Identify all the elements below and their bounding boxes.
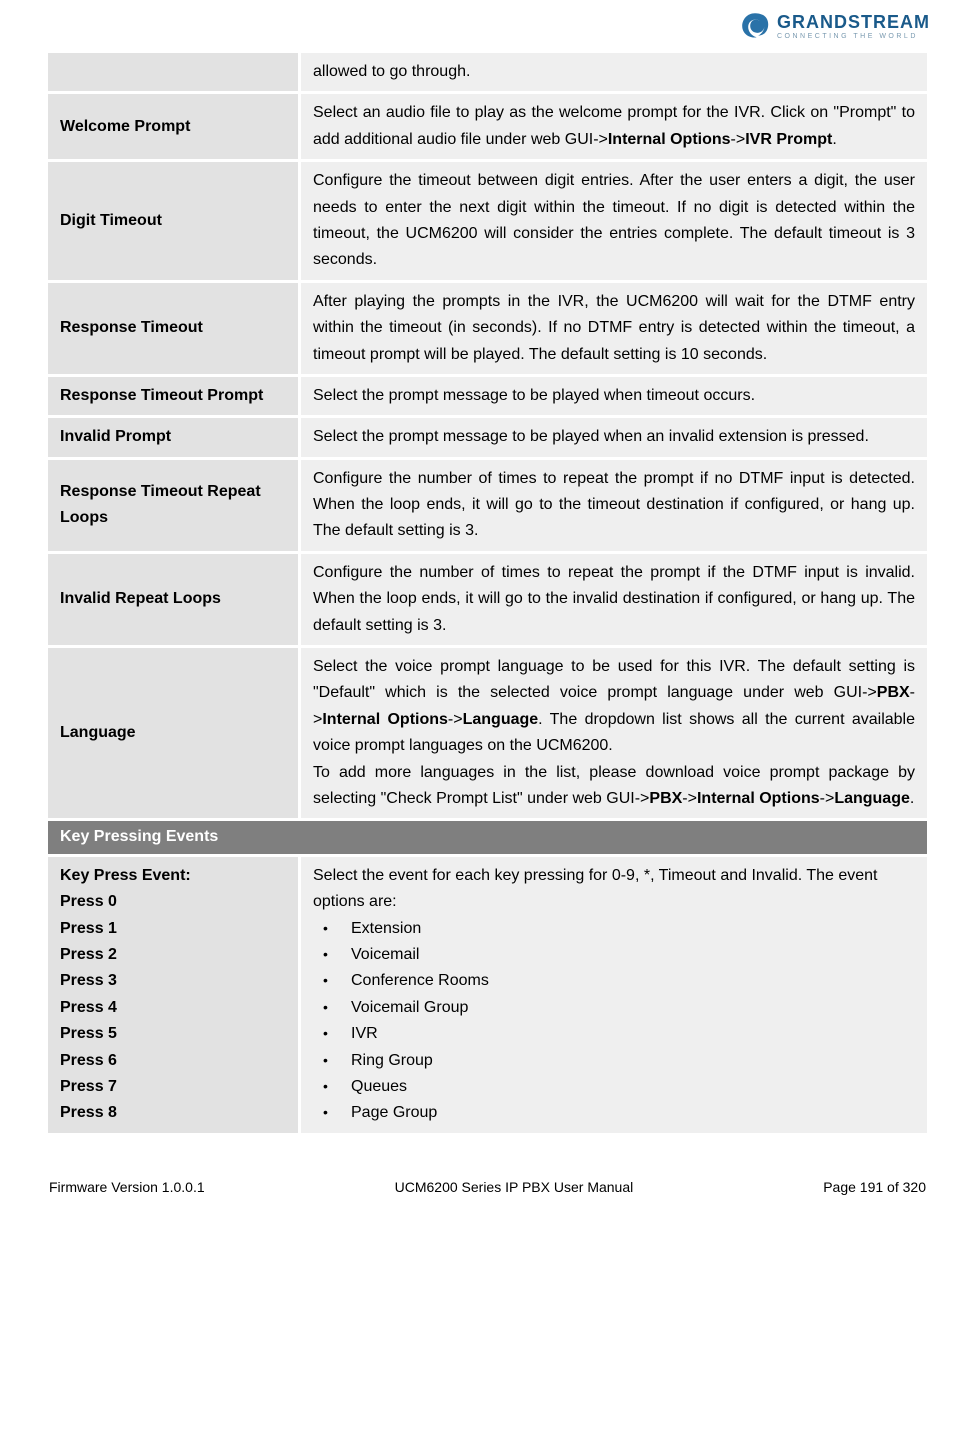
param-desc: Configure the number of times to repeat … bbox=[301, 554, 927, 645]
param-desc: Select the voice prompt language to be u… bbox=[301, 648, 927, 818]
desc-bold: Internal Options bbox=[697, 790, 820, 807]
keypress-heading: Key Press Event: bbox=[60, 863, 286, 889]
list-item: Queues bbox=[323, 1074, 915, 1100]
grandstream-swirl-icon bbox=[739, 10, 771, 42]
keypress-item: Press 0 bbox=[60, 889, 286, 915]
list-item: Conference Rooms bbox=[323, 968, 915, 994]
list-item: Voicemail bbox=[323, 942, 915, 968]
brand-logo: GRANDSTREAM CONNECTING THE WORLD bbox=[739, 10, 930, 42]
section-header: Key Pressing Events bbox=[48, 821, 927, 853]
desc-text: . bbox=[910, 790, 914, 807]
desc-bold: IVR Prompt bbox=[745, 131, 832, 148]
param-desc: allowed to go through. bbox=[301, 53, 927, 91]
desc-bold: Language bbox=[463, 711, 539, 728]
footer-page: Page 191 of 320 bbox=[823, 1176, 926, 1199]
param-label: Language bbox=[48, 648, 298, 818]
table-row: Invalid Repeat Loops Configure the numbe… bbox=[48, 554, 927, 645]
table-section-row: Key Pressing Events bbox=[48, 821, 927, 853]
desc-bold: Language bbox=[834, 790, 910, 807]
list-item: Voicemail Group bbox=[323, 995, 915, 1021]
list-item: Ring Group bbox=[323, 1048, 915, 1074]
table-row: Key Press Event: Press 0 Press 1 Press 2… bbox=[48, 857, 927, 1133]
desc-bold: PBX bbox=[649, 790, 682, 807]
table-row: Invalid Prompt Select the prompt message… bbox=[48, 418, 927, 456]
brand-text: GRANDSTREAM CONNECTING THE WORLD bbox=[777, 13, 930, 40]
desc-text: -> bbox=[682, 790, 697, 807]
page-footer: Firmware Version 1.0.0.1 UCM6200 Series … bbox=[45, 1176, 930, 1199]
param-desc: After playing the prompts in the IVR, th… bbox=[301, 283, 927, 374]
footer-firmware: Firmware Version 1.0.0.1 bbox=[49, 1176, 205, 1199]
keypress-options-list: Extension Voicemail Conference Rooms Voi… bbox=[313, 916, 915, 1127]
keypress-item: Press 8 bbox=[60, 1100, 286, 1126]
desc-text: -> bbox=[820, 790, 835, 807]
param-label: Invalid Prompt bbox=[48, 418, 298, 456]
param-label: Response Timeout Repeat Loops bbox=[48, 460, 298, 551]
list-item: Extension bbox=[323, 916, 915, 942]
desc-text: Select the voice prompt language to be u… bbox=[313, 658, 915, 701]
param-label: Invalid Repeat Loops bbox=[48, 554, 298, 645]
table-row: Digit Timeout Configure the timeout betw… bbox=[48, 162, 927, 280]
footer-title: UCM6200 Series IP PBX User Manual bbox=[395, 1176, 634, 1199]
table-row: allowed to go through. bbox=[48, 53, 927, 91]
param-desc: Select the prompt message to be played w… bbox=[301, 377, 927, 415]
keypress-intro: Select the event for each key pressing f… bbox=[313, 863, 915, 916]
desc-text: -> bbox=[731, 131, 746, 148]
table-row: Response Timeout Repeat Loops Configure … bbox=[48, 460, 927, 551]
param-label: Response Timeout bbox=[48, 283, 298, 374]
param-label: Digit Timeout bbox=[48, 162, 298, 280]
table-row: Response Timeout Prompt Select the promp… bbox=[48, 377, 927, 415]
param-desc: Select an audio file to play as the welc… bbox=[301, 94, 927, 159]
desc-text: -> bbox=[448, 711, 463, 728]
brand-tagline: CONNECTING THE WORLD bbox=[777, 33, 930, 40]
param-label: Response Timeout Prompt bbox=[48, 377, 298, 415]
desc-bold: Internal Options bbox=[322, 711, 448, 728]
keypress-label-cell: Key Press Event: Press 0 Press 1 Press 2… bbox=[48, 857, 298, 1133]
desc-text: . bbox=[832, 131, 836, 148]
keypress-item: Press 7 bbox=[60, 1074, 286, 1100]
keypress-item: Press 2 bbox=[60, 942, 286, 968]
keypress-desc-cell: Select the event for each key pressing f… bbox=[301, 857, 927, 1133]
param-desc: Select the prompt message to be played w… bbox=[301, 418, 927, 456]
param-desc: Configure the number of times to repeat … bbox=[301, 460, 927, 551]
desc-bold: PBX bbox=[877, 684, 910, 701]
parameters-table: allowed to go through. Welcome Prompt Se… bbox=[45, 50, 930, 1136]
list-item: Page Group bbox=[323, 1100, 915, 1126]
keypress-item: Press 1 bbox=[60, 916, 286, 942]
param-label: Welcome Prompt bbox=[48, 94, 298, 159]
list-item: IVR bbox=[323, 1021, 915, 1047]
param-label-empty bbox=[48, 53, 298, 91]
table-row: Response Timeout After playing the promp… bbox=[48, 283, 927, 374]
param-desc: Configure the timeout between digit entr… bbox=[301, 162, 927, 280]
table-row: Welcome Prompt Select an audio file to p… bbox=[48, 94, 927, 159]
brand-name: GRANDSTREAM bbox=[777, 13, 930, 31]
keypress-item: Press 6 bbox=[60, 1048, 286, 1074]
page-header: GRANDSTREAM CONNECTING THE WORLD bbox=[45, 10, 930, 50]
keypress-item: Press 5 bbox=[60, 1021, 286, 1047]
table-row: Language Select the voice prompt languag… bbox=[48, 648, 927, 818]
desc-bold: Internal Options bbox=[608, 131, 731, 148]
keypress-item: Press 4 bbox=[60, 995, 286, 1021]
keypress-item: Press 3 bbox=[60, 968, 286, 994]
